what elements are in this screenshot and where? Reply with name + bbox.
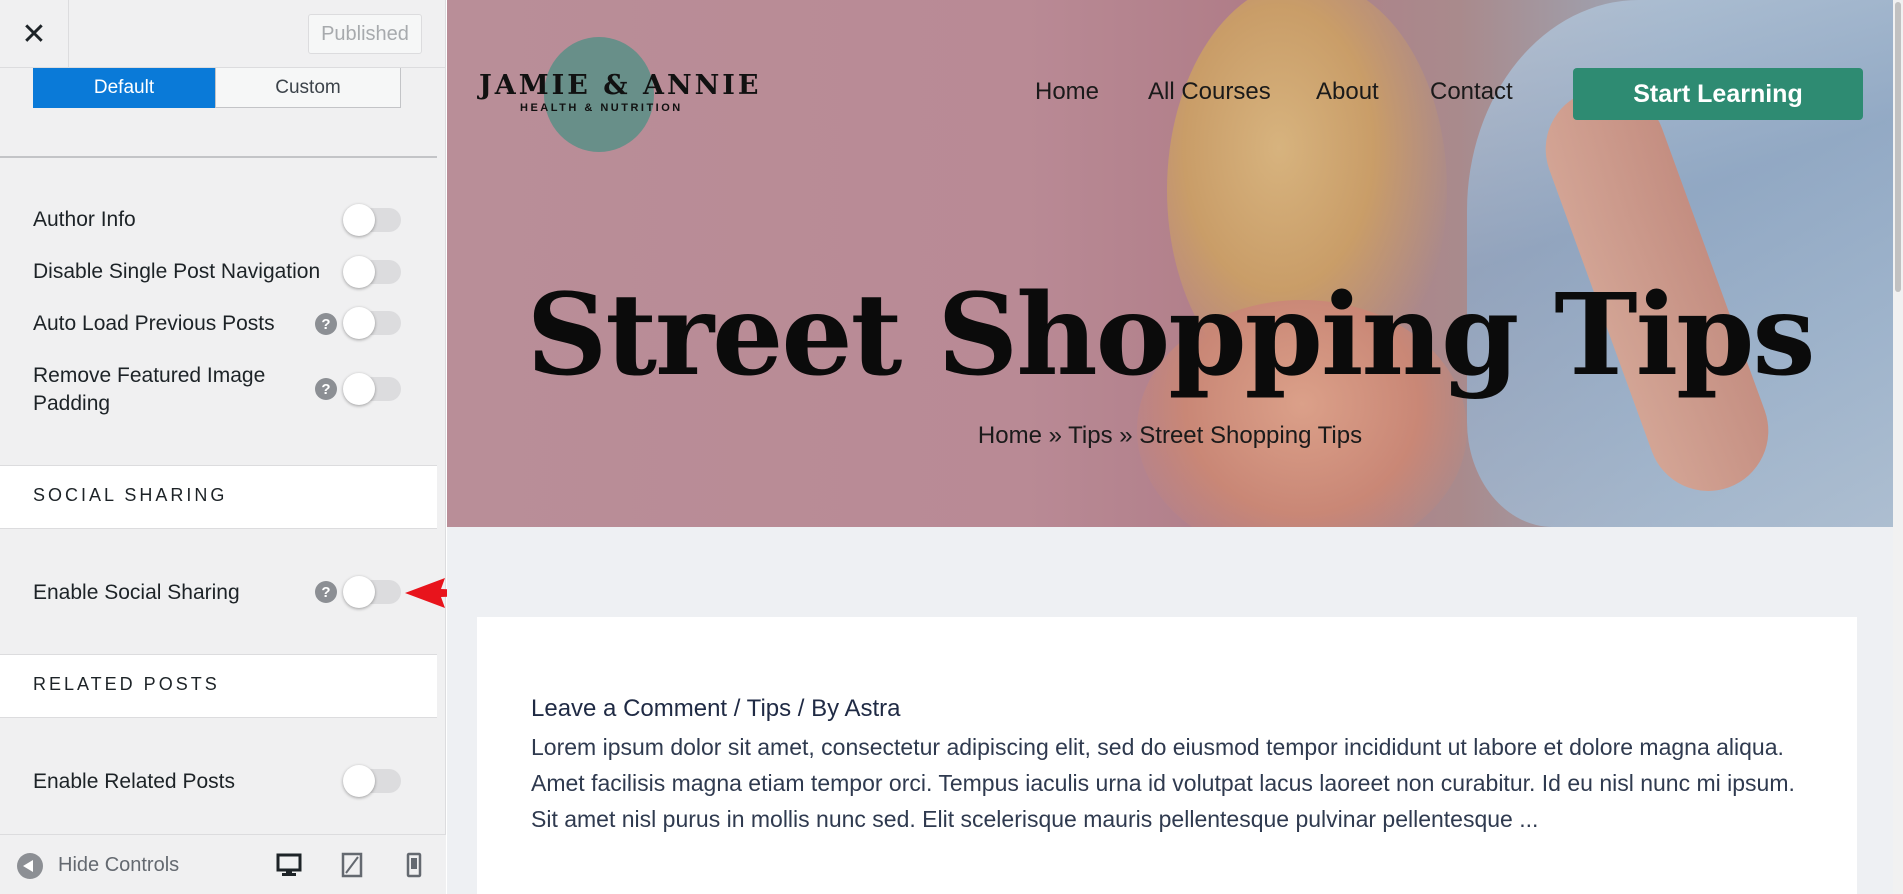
- remove-featured-image-padding-label: Remove Featured Image Padding: [33, 362, 265, 418]
- hero-banner: JAMIE & ANNIE HEALTH & NUTRITION Home Al…: [447, 0, 1893, 527]
- toggle-knob: [343, 576, 375, 608]
- toggle-knob: [343, 256, 375, 288]
- enable-related-posts-toggle[interactable]: [343, 765, 401, 797]
- enable-social-sharing-toggle[interactable]: [343, 576, 401, 608]
- nav-contact[interactable]: Contact: [1430, 78, 1513, 106]
- scrollbar[interactable]: [1893, 0, 1903, 894]
- help-icon[interactable]: ?: [315, 313, 337, 335]
- post-excerpt: Lorem ipsum dolor sit amet, consectetur …: [531, 734, 1795, 832]
- post-meta[interactable]: Leave a Comment / Tips / By Astra: [531, 695, 901, 723]
- help-icon[interactable]: ?: [315, 378, 337, 400]
- section-title: SOCIAL SHARING: [33, 485, 228, 505]
- site-preview: JAMIE & ANNIE HEALTH & NUTRITION Home Al…: [447, 0, 1903, 894]
- nav-home[interactable]: Home: [1035, 78, 1099, 106]
- auto-load-previous-posts-toggle[interactable]: [343, 307, 401, 339]
- site-tagline: HEALTH & NUTRITION: [520, 102, 683, 114]
- nav-about[interactable]: About: [1316, 78, 1379, 106]
- hide-controls-icon[interactable]: [17, 853, 43, 879]
- toggle-knob: [343, 765, 375, 797]
- disable-post-navigation-label: Disable Single Post Navigation: [33, 260, 321, 283]
- customizer-sidebar: ✕ Published Default Custom Author Info D…: [0, 0, 446, 894]
- author-info-label: Author Info: [33, 208, 136, 231]
- social-sharing-section-header[interactable]: SOCIAL SHARING: [0, 465, 437, 529]
- mobile-icon[interactable]: [400, 851, 428, 879]
- author-info-toggle[interactable]: [343, 204, 401, 236]
- start-learning-button[interactable]: Start Learning: [1573, 68, 1863, 120]
- site-logo[interactable]: JAMIE & ANNIE: [479, 70, 762, 101]
- page-title: Street Shopping Tips: [526, 270, 1815, 401]
- default-tab[interactable]: Default: [33, 68, 215, 108]
- breadcrumb[interactable]: Home » Tips » Street Shopping Tips: [447, 422, 1893, 450]
- enable-social-sharing-label: Enable Social Sharing: [33, 581, 240, 604]
- nav-all-courses[interactable]: All Courses: [1148, 78, 1271, 106]
- label-line: Remove Featured Image: [33, 364, 266, 387]
- scrollbar-thumb[interactable]: [1895, 2, 1901, 292]
- enable-related-posts-label: Enable Related Posts: [33, 770, 235, 793]
- toggle-knob: [343, 373, 375, 405]
- divider: [0, 156, 437, 158]
- toggle-knob: [343, 307, 375, 339]
- disable-post-navigation-toggle[interactable]: [343, 256, 401, 288]
- help-icon[interactable]: ?: [315, 581, 337, 603]
- custom-tab[interactable]: Custom: [215, 68, 401, 108]
- section-title: RELATED POSTS: [33, 674, 220, 694]
- tablet-icon[interactable]: [338, 851, 366, 879]
- sidebar-header: ✕ Published: [0, 0, 446, 68]
- sidebar-footer: Hide Controls: [0, 834, 446, 894]
- related-posts-section-header[interactable]: RELATED POSTS: [0, 654, 437, 718]
- toggle-knob: [343, 204, 375, 236]
- post-card: Leave a Comment / Tips / By Astra Lorem …: [477, 617, 1857, 894]
- remove-featured-image-padding-toggle[interactable]: [343, 373, 401, 405]
- auto-load-previous-posts-label: Auto Load Previous Posts: [33, 312, 275, 335]
- close-icon[interactable]: ✕: [0, 0, 69, 68]
- hide-controls-button[interactable]: Hide Controls: [58, 854, 179, 877]
- published-button[interactable]: Published: [308, 14, 422, 54]
- desktop-icon[interactable]: [275, 851, 303, 879]
- label-line: Padding: [33, 392, 111, 415]
